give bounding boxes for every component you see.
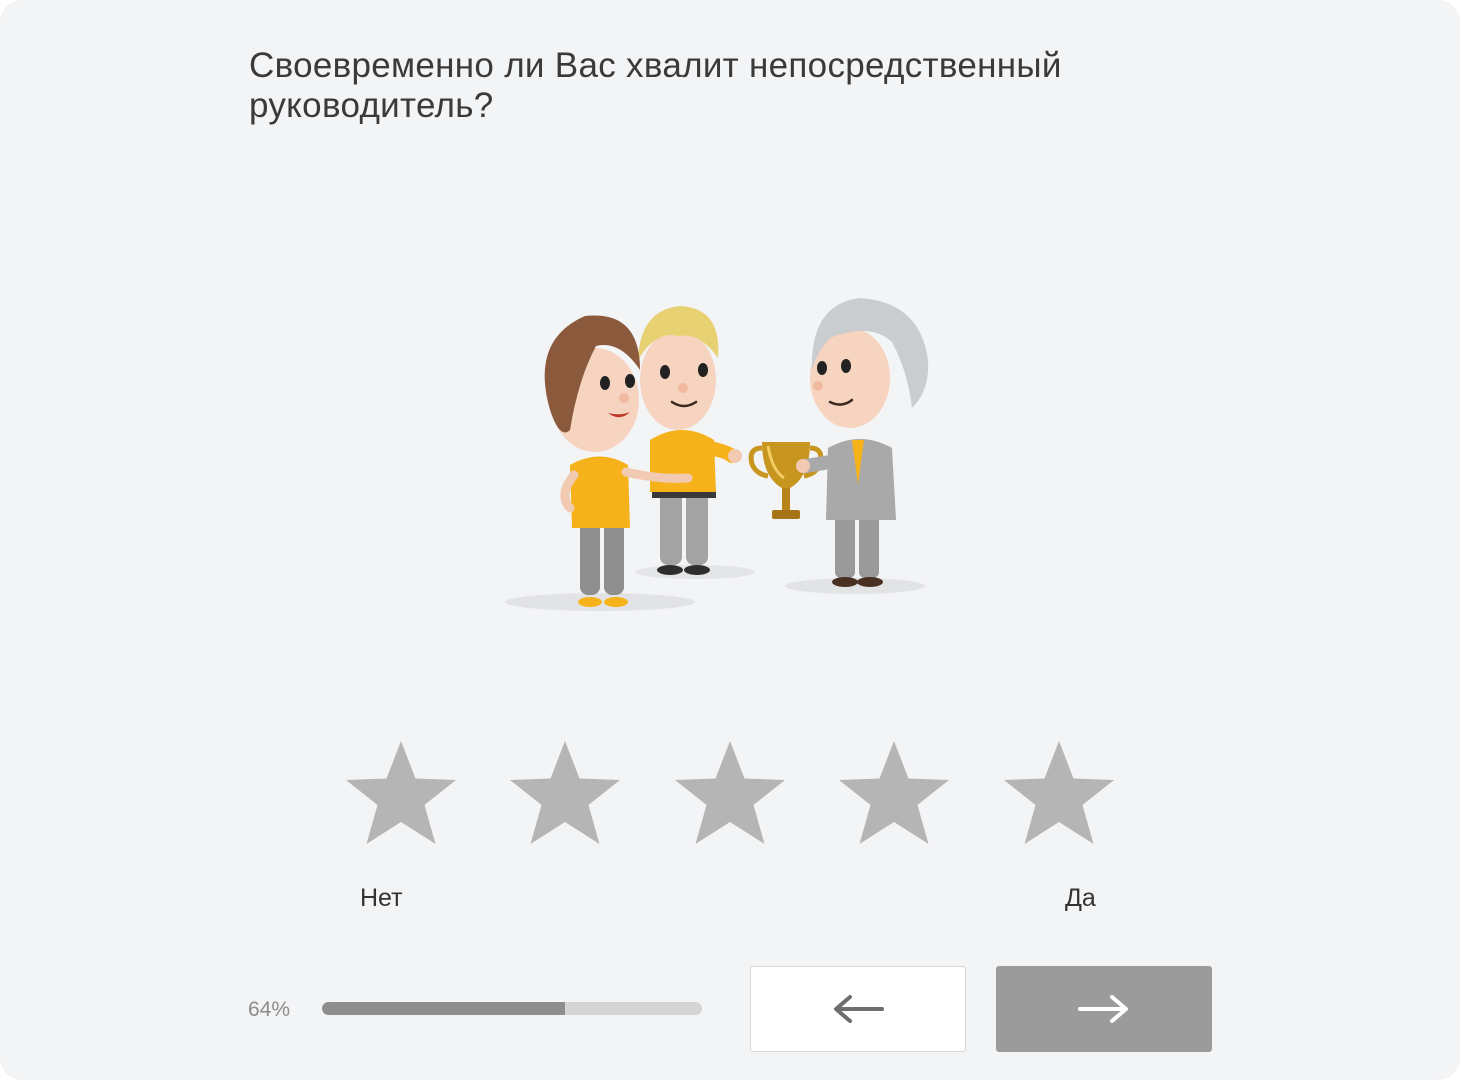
scale-max-label: Да [1065,884,1096,912]
question-text: Своевременно ли Вас хвалит непосредствен… [249,46,1149,126]
star-1[interactable] [340,735,462,855]
star-icon [839,741,949,844]
man-yellow-figure [638,306,742,575]
trophy-icon [748,442,824,519]
survey-card: Своевременно ли Вас хвалит непосредствен… [0,0,1460,1080]
star-2[interactable] [504,735,626,855]
star-5[interactable] [998,735,1120,855]
star-icon [510,741,620,844]
question-line-1: Своевременно ли Вас хвалит непосредствен… [249,46,1062,85]
star-4[interactable] [833,735,955,855]
people-award-trophy-illustration [505,298,929,611]
star-icon [346,741,456,844]
star-icon [675,741,785,844]
arrow-right-icon [1078,995,1128,1023]
progress-bar [322,1002,702,1015]
question-line-2: руководитель? [249,86,494,125]
arrow-left-icon [834,995,884,1023]
progress-percent: 64% [248,998,291,1021]
scale-min-label: Нет [360,884,403,912]
manager-figure [796,298,929,587]
star-3[interactable] [669,735,791,855]
back-button[interactable] [750,966,966,1052]
next-button[interactable] [996,966,1212,1052]
star-icon [1004,741,1114,844]
star-rating [340,735,1120,855]
progress-bar-fill [322,1002,566,1015]
